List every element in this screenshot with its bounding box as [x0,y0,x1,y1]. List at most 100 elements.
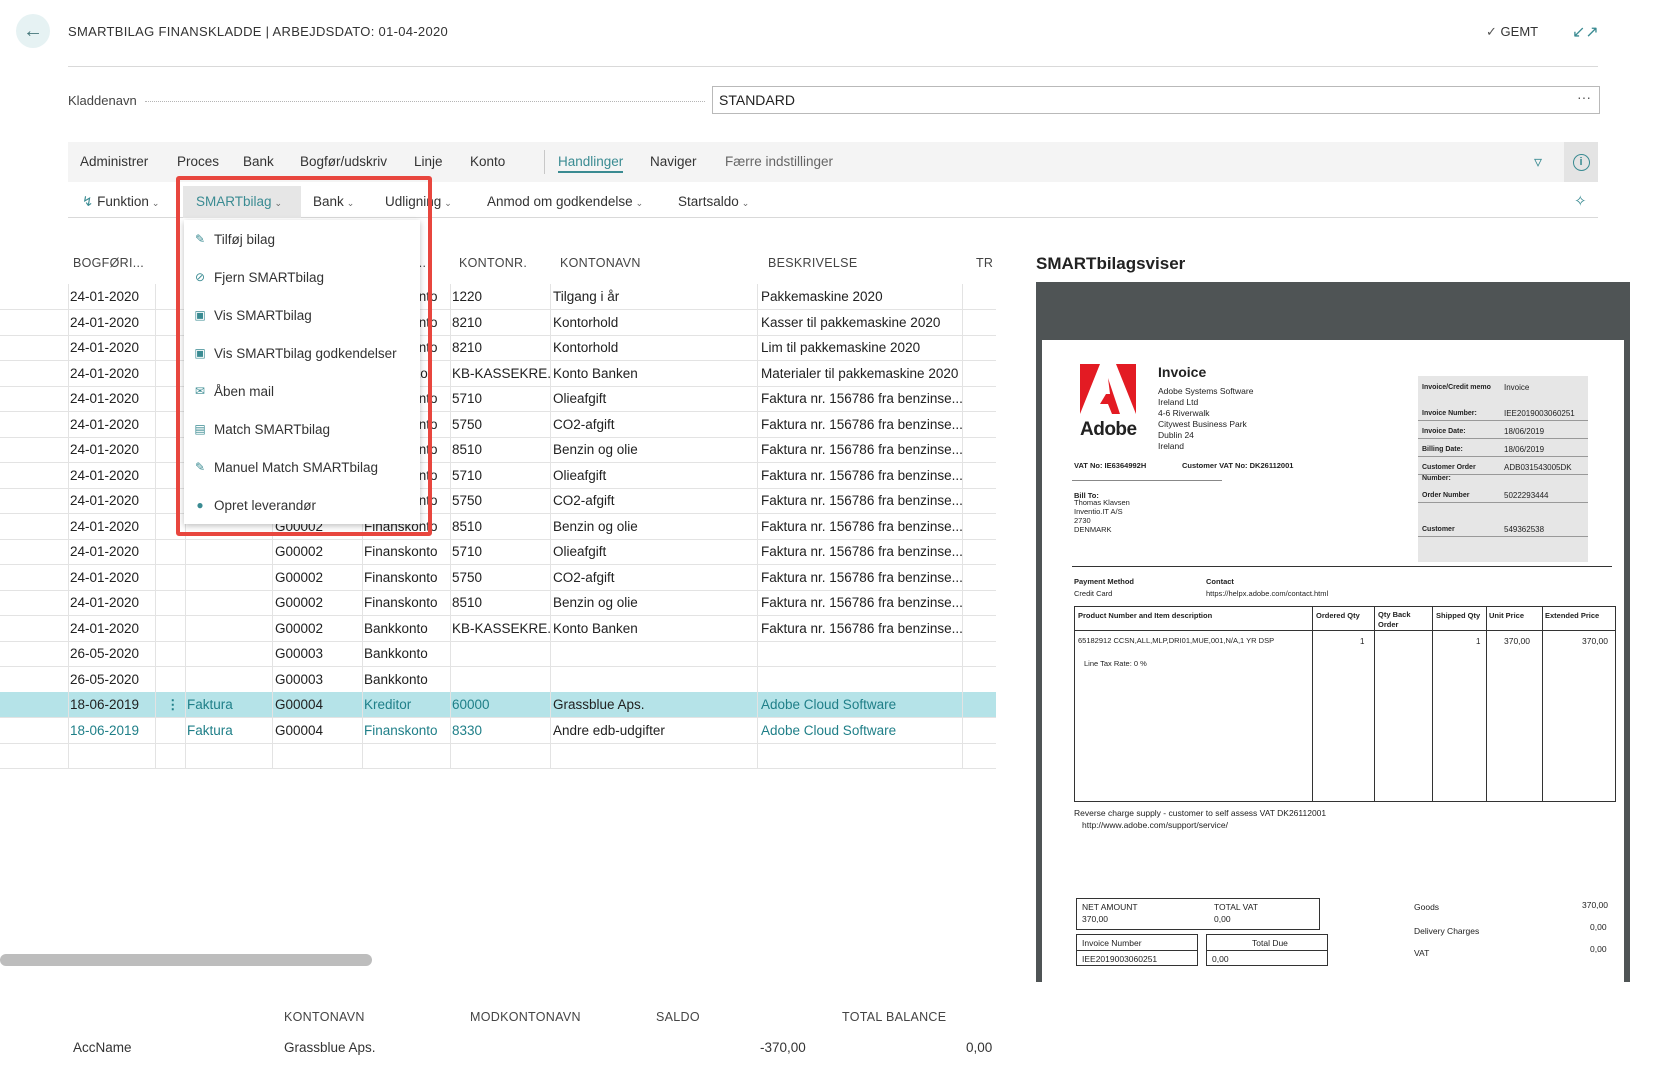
cell-date[interactable]: 24-01-2020 [70,493,150,508]
cell-accname[interactable]: Kontorhold [553,315,753,330]
cell-date[interactable]: 24-01-2020 [70,442,150,457]
table-row[interactable]: 24-01-2020Finanskonto8210KontorholdLim t… [0,335,996,361]
cell-accname[interactable]: Olieafgift [553,391,753,406]
cell-desc[interactable]: Adobe Cloud Software [761,697,966,712]
cell-accno[interactable]: 1220 [452,289,552,304]
col-kontonr[interactable]: KONTONR. [459,256,527,270]
cell-desc[interactable]: Pakkemaskine 2020 [761,289,966,304]
info-button[interactable]: i [1564,142,1598,182]
cell-acctype[interactable]: Finanskonto [364,723,454,738]
cell-acctype[interactable]: Kreditor [364,697,454,712]
table-row[interactable]: 18-06-2019 Faktura G00004 Finanskonto 8330 An… [0,717,996,744]
cell-date[interactable]: 24-01-2020 [70,570,150,585]
cell-docno[interactable]: G00002 [275,544,360,559]
cell-date[interactable]: 18-06-2019 [70,723,150,738]
action-bank[interactable]: Bank [243,154,274,169]
cell-accno[interactable]: 8210 [452,340,552,355]
cell-desc[interactable]: Adobe Cloud Software [761,723,966,738]
action-bogfor-udskriv[interactable]: Bogfør/udskriv [300,154,387,169]
cell-accname[interactable]: Konto Banken [553,366,753,381]
cell-date[interactable]: 24-01-2020 [70,468,150,483]
cell-accname[interactable]: Benzin og olie [553,595,753,610]
cell-doctype[interactable]: Faktura [187,723,272,738]
cell-desc[interactable]: Kasser til pakkemaskine 2020 [761,315,966,330]
horizontal-scrollbar[interactable] [0,954,372,966]
table-row[interactable]: 26-05-2020 G00003 Bankkonto [0,666,996,693]
action-administrer[interactable]: Administrer [80,154,148,169]
cell-accname[interactable]: Olieafgift [553,544,753,559]
cell-acctype[interactable]: Bankkonto [364,621,454,636]
cell-docno[interactable]: G00003 [275,672,360,687]
table-row[interactable]: 24-01-2020 G00002 Finanskonto 8510 Benzin og… [0,513,996,540]
cell-date[interactable]: 26-05-2020 [70,646,150,661]
table-row[interactable]: 24-01-2020Finanskonto5710OlieafgiftFaktu… [0,462,996,489]
table-row-empty[interactable] [0,743,996,769]
kladdenavn-field[interactable]: STANDARD ··· [712,86,1600,114]
subaction-startsaldo[interactable]: Startsaldo ⌄ [678,194,749,209]
cell-accno[interactable]: 8510 [452,442,552,457]
cell-date[interactable]: 24-01-2020 [70,340,150,355]
cell-docno[interactable]: G00004 [275,723,360,738]
cell-date[interactable]: 24-01-2020 [70,366,150,381]
cell-accno[interactable]: KB-KASSEKRE... [452,621,552,636]
table-row[interactable]: 24-01-2020BankkontoKB-KASSEKRE...Konto B… [0,360,996,387]
cell-accname[interactable]: Konto Banken [553,621,753,636]
table-row[interactable]: 24-01-2020Finanskonto5750CO2-afgiftFaktu… [0,488,996,514]
cell-accno[interactable]: 5710 [452,391,552,406]
cell-docno[interactable]: G00003 [275,646,360,661]
table-row[interactable]: 24-01-2020Finanskonto5750CO2-afgiftFaktu… [0,411,996,438]
cell-accname[interactable]: Tilgang i år [553,289,753,304]
cell-doctype[interactable]: Faktura [187,697,272,712]
cell-accno[interactable]: 5750 [452,493,552,508]
table-row[interactable]: 24-01-2020 G00002 Finanskonto 8510 Benzin og… [0,590,996,616]
pin-icon[interactable]: ✧ [1574,192,1587,210]
cell-accno[interactable]: 8510 [452,519,552,534]
cell-desc[interactable]: Faktura nr. 156786 fra benzinse... [761,570,966,585]
cell-desc[interactable]: Faktura nr. 156786 fra benzinse... [761,544,966,559]
cell-accname[interactable]: Benzin og olie [553,442,753,457]
action-faerre-indstillinger[interactable]: Færre indstillinger [725,154,833,169]
cell-acctype[interactable]: Finanskonto [364,544,454,559]
cell-accno[interactable]: 5750 [452,417,552,432]
cell-date[interactable]: 24-01-2020 [70,315,150,330]
cell-acctype[interactable]: Finanskonto [364,595,454,610]
table-row[interactable]: 18-06-2019 Faktura G00004 Kreditor 60000 Gras… [0,692,996,718]
table-row[interactable]: 24-01-2020Finanskonto5710OlieafgiftFaktu… [0,386,996,412]
table-row[interactable]: 24-01-2020Finanskonto8510Benzin og olieF… [0,437,996,463]
table-row[interactable]: 24-01-2020 G00002 Bankkonto KB-KASSEKRE... K… [0,615,996,642]
cell-accno[interactable]: 5710 [452,468,552,483]
cell-date[interactable]: 26-05-2020 [70,672,150,687]
row-menu-icon[interactable]: ⋮ [166,697,180,713]
cell-accno[interactable]: 5750 [452,570,552,585]
table-row[interactable]: 24-01-2020 G00002 Finanskonto 5750 CO2-afgif… [0,564,996,591]
cell-acctype[interactable]: Bankkonto [364,646,454,661]
cell-acctype[interactable]: Finanskonto [364,570,454,585]
cell-desc[interactable]: Faktura nr. 156786 fra benzinse... [761,621,966,636]
cell-date[interactable]: 24-01-2020 [70,417,150,432]
cell-desc[interactable]: Faktura nr. 156786 fra benzinse... [761,442,966,457]
cell-accname[interactable]: Benzin og olie [553,519,753,534]
cell-accname[interactable]: Grassblue Aps. [553,697,753,712]
col-beskrivelse[interactable]: BESKRIVELSE [768,256,857,270]
filter-icon[interactable]: ▿ [1534,152,1542,172]
cell-date[interactable]: 24-01-2020 [70,595,150,610]
cell-desc[interactable]: Faktura nr. 156786 fra benzinse... [761,468,966,483]
cell-accno[interactable]: 8330 [452,723,552,738]
col-kontonavn[interactable]: KONTONAVN [560,256,641,270]
action-naviger[interactable]: Naviger [650,154,697,169]
action-handlinger[interactable]: Handlinger [558,154,624,173]
action-konto[interactable]: Konto [470,154,505,169]
cell-accno[interactable]: 60000 [452,697,552,712]
cell-docno[interactable]: G00002 [275,621,360,636]
table-row[interactable]: 24-01-2020Finanskonto1220Tilgang i årPak… [0,284,996,310]
col-bogfori[interactable]: BOGFØRI... [73,256,144,270]
cell-accname[interactable]: Andre edb-udgifter [553,723,753,738]
cell-date[interactable]: 24-01-2020 [70,621,150,636]
cell-accno[interactable]: 5710 [452,544,552,559]
cell-date[interactable]: 24-01-2020 [70,289,150,304]
cell-desc[interactable]: Materialer til pakkemaskine 2020 [761,366,966,381]
cell-desc[interactable]: Faktura nr. 156786 fra benzinse... [761,417,966,432]
subaction-anmod-om-godkendelse[interactable]: Anmod om godkendelse ⌄ [487,194,643,209]
cell-accno[interactable]: 8210 [452,315,552,330]
cell-desc[interactable]: Faktura nr. 156786 fra benzinse... [761,519,966,534]
